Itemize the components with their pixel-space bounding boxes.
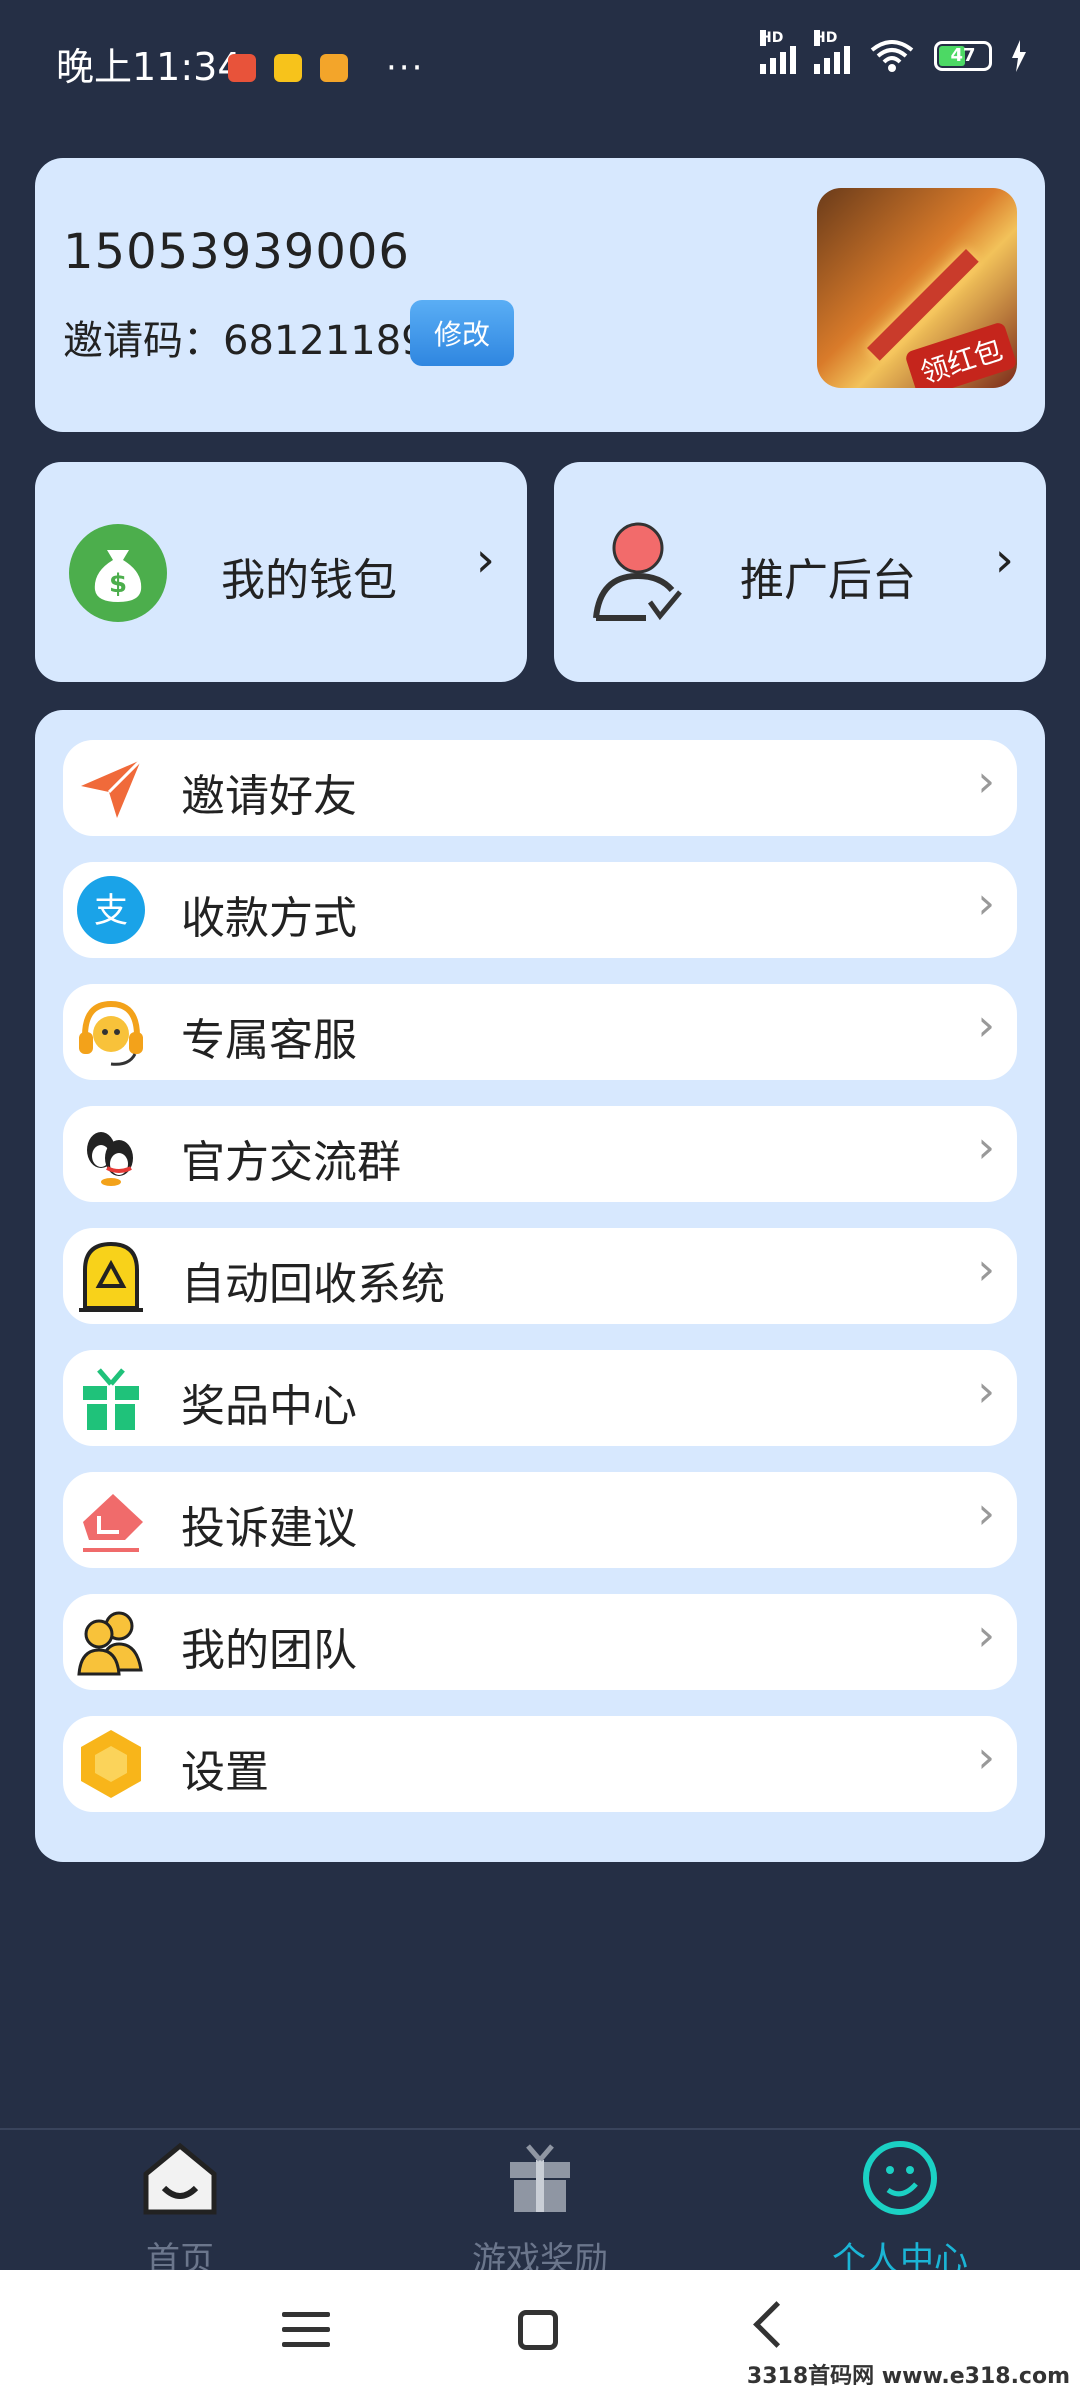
- svg-text:$: $: [109, 569, 127, 599]
- chevron-right-icon: ›: [977, 1610, 995, 1661]
- promotion-backend-card[interactable]: 推广后台 ›: [554, 462, 1046, 682]
- notification-icons: ···: [228, 48, 424, 88]
- back-icon[interactable]: [753, 2301, 800, 2348]
- settings-hex-icon: [81, 1730, 141, 1798]
- chevron-right-icon: ›: [977, 1244, 995, 1295]
- alipay-icon: 支: [77, 876, 145, 944]
- bottom-tab-bar: 首页 游戏奖励 个人中心: [0, 2128, 1080, 2280]
- my-wallet-card[interactable]: $ 我的钱包 ›: [35, 462, 527, 682]
- menu-item-customer-service[interactable]: 专属客服 ›: [63, 984, 1017, 1080]
- wallet-chevron-icon: ›: [475, 532, 495, 588]
- system-navigation-bar: 3318首码网 www.e318.com: [0, 2270, 1080, 2400]
- tab-game-rewards[interactable]: 游戏奖励: [360, 2130, 720, 2280]
- smiley-icon: [863, 2141, 937, 2215]
- svg-text:支: 支: [94, 891, 128, 931]
- menu-item-invite-friends[interactable]: 邀请好友 ›: [63, 740, 1017, 836]
- chevron-right-icon: ›: [977, 878, 995, 929]
- menu-item-settings[interactable]: 设置 ›: [63, 1716, 1017, 1812]
- menu-label: 邀请好友: [181, 771, 357, 822]
- money-bag-icon: $: [69, 524, 167, 622]
- status-bar: 晚上11:34 ··· HD HD 47: [0, 0, 1080, 120]
- promoter-user-icon: [593, 522, 682, 621]
- hd-label-1: HD: [760, 30, 784, 46]
- menu-label: 自动回收系统: [181, 1259, 445, 1310]
- charging-icon: [1012, 40, 1026, 72]
- menu-item-my-team[interactable]: 我的团队 ›: [63, 1594, 1017, 1690]
- avatar-tag: 领红包: [904, 321, 1017, 388]
- hd-label-2: HD: [814, 30, 838, 46]
- menu-list: 邀请好友 › 支 收款方式 › 专属客服 › 官方交流群 › 自动回收系统 › …: [35, 710, 1045, 1862]
- gift-icon: [83, 1368, 139, 1432]
- wifi-icon: [870, 40, 914, 72]
- menu-item-payment-method[interactable]: 支 收款方式 ›: [63, 862, 1017, 958]
- battery-level: 47: [950, 45, 976, 66]
- menu-label: 收款方式: [181, 893, 357, 944]
- chevron-right-icon: ›: [977, 756, 995, 807]
- team-icon: [77, 1611, 143, 1676]
- promo-label: 推广后台: [740, 555, 916, 606]
- profile-card: 15053939006 邀请码：68121189 修改 领红包: [35, 158, 1045, 432]
- headset-icon: [79, 1000, 143, 1066]
- chevron-right-icon: ›: [977, 1366, 995, 1417]
- menu-label: 官方交流群: [181, 1137, 401, 1188]
- wallet-label: 我的钱包: [221, 555, 397, 606]
- meituan-icon: [274, 54, 302, 82]
- menu-label: 我的团队: [181, 1625, 357, 1676]
- promo-chevron-icon: ›: [994, 532, 1014, 588]
- chevron-right-icon: ›: [977, 1122, 995, 1173]
- tab-personal-center[interactable]: 个人中心: [720, 2130, 1080, 2280]
- recent-apps-icon[interactable]: [282, 2312, 330, 2352]
- home-icon: [143, 2142, 217, 2215]
- chevron-right-icon: ›: [977, 1488, 995, 1539]
- status-right: HD HD 47: [760, 30, 1028, 74]
- status-time: 晚上11:34: [56, 45, 242, 89]
- avatar[interactable]: 领红包: [817, 188, 1017, 388]
- battery-icon: 47: [934, 41, 992, 71]
- invite-code-value: 68121189: [223, 318, 427, 364]
- menu-item-complaints[interactable]: 投诉建议 ›: [63, 1472, 1017, 1568]
- more-notifications-icon: ···: [386, 48, 425, 88]
- invite-code-label: 邀请码：: [63, 318, 223, 364]
- app-notification-icon: [228, 54, 256, 82]
- qq-group-icon: [87, 1132, 133, 1186]
- menu-item-official-group[interactable]: 官方交流群 ›: [63, 1106, 1017, 1202]
- recycle-icon: [79, 1241, 143, 1312]
- complaint-icon: [83, 1494, 143, 1552]
- watermark-text: 3318首码网 www.e318.com: [746, 2364, 1070, 2389]
- paper-plane-icon: [81, 758, 143, 818]
- menu-item-auto-recycle[interactable]: 自动回收系统 ›: [63, 1228, 1017, 1324]
- signal-icon-2: HD: [814, 30, 850, 74]
- message-icon: [320, 54, 348, 82]
- menu-label: 投诉建议: [181, 1503, 357, 1554]
- menu-label: 设置: [181, 1747, 269, 1798]
- menu-label: 专属客服: [181, 1015, 357, 1066]
- home-button-icon[interactable]: [518, 2310, 558, 2350]
- signal-icon-1: HD: [760, 30, 796, 74]
- phone-number: 15053939006: [63, 224, 410, 280]
- edit-button[interactable]: 修改: [410, 300, 514, 366]
- gift-box-icon: [510, 2144, 570, 2212]
- chevron-right-icon: ›: [977, 1732, 995, 1783]
- menu-item-prize-center[interactable]: 奖品中心 ›: [63, 1350, 1017, 1446]
- chevron-right-icon: ›: [977, 1000, 995, 1051]
- menu-label: 奖品中心: [181, 1381, 357, 1432]
- invite-code-row: 邀请码：68121189: [63, 308, 427, 366]
- tab-home[interactable]: 首页: [0, 2130, 360, 2280]
